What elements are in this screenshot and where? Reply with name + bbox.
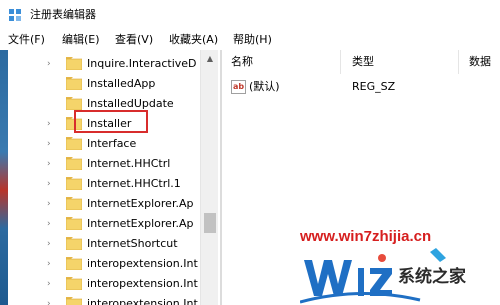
tree-item[interactable]: › Interface [0,134,200,154]
title-bar: 注册表编辑器 [0,0,500,30]
tree-item-label: interopextension.Int [87,257,198,270]
tree-item[interactable]: › interopextension.Int [0,294,200,305]
folder-icon [66,257,82,270]
column-data[interactable]: 数据 [469,55,491,69]
column-separator [340,50,341,74]
folder-icon [66,197,82,210]
tree-item[interactable]: › Internet.HHCtrl [0,154,200,174]
tree-item-label: Interface [87,137,137,150]
watermark-brand: 系统之家 [398,267,466,287]
menu-favorites[interactable]: 收藏夹(A) [169,33,218,47]
tree-item[interactable]: › InternetExplorer.Ap [0,194,200,214]
value-row[interactable]: ab (默认) REG_SZ [222,78,500,98]
expand-chevron-icon[interactable]: › [47,219,55,229]
tree-item[interactable]: › InternetShortcut [0,234,200,254]
expand-chevron-icon[interactable]: › [47,239,55,249]
tree-item[interactable]: › Inquire.InteractiveD [0,54,200,74]
tree-item-label: Inquire.InteractiveD [87,57,197,70]
folder-icon [66,57,82,70]
tree-item[interactable]: › interopextension.Int [0,254,200,274]
tree-item-label: interopextension.Int [87,297,198,305]
window-title: 注册表编辑器 [30,8,96,21]
folder-icon [66,177,82,190]
column-separator [458,50,459,74]
background-edge [0,50,8,305]
tree-item-label: Internet.HHCtrl.1 [87,177,181,190]
folder-icon [66,237,82,250]
values-header: 名称 类型 数据 [222,50,500,74]
watermark-url: www.win7zhijia.cn [300,228,432,245]
column-name[interactable]: 名称 [231,55,253,69]
tree-item-label: InternetExplorer.Ap [87,217,194,230]
expand-chevron-icon[interactable]: › [47,139,55,149]
registry-editor-icon [9,9,21,21]
folder-icon [66,277,82,290]
value-name: (默认) [249,80,280,93]
expand-chevron-icon[interactable]: › [47,119,55,129]
folder-icon [66,157,82,170]
tree-item-label: Internet.HHCtrl [87,157,171,170]
tree-item[interactable]: InstalledApp [0,74,200,94]
installer-highlight-box [74,110,148,133]
folder-icon [66,97,82,110]
menu-help[interactable]: 帮助(H) [233,33,272,47]
menu-view[interactable]: 查看(V) [115,33,153,47]
tree-item-label: InstalledApp [87,77,156,90]
expand-chevron-icon[interactable]: › [47,179,55,189]
expand-chevron-icon[interactable]: › [47,259,55,269]
tree-item-label: InternetShortcut [87,237,178,250]
expand-chevron-icon[interactable]: › [47,299,55,305]
value-type: REG_SZ [352,80,396,93]
menu-bar: 文件(F) 编辑(E) 查看(V) 收藏夹(A) 帮助(H) [0,30,500,50]
folder-icon [66,217,82,230]
tree-scrollbar[interactable]: ▲ [200,50,218,305]
folder-icon [66,137,82,150]
scroll-thumb[interactable] [204,213,216,233]
tree-item[interactable]: › interopextension.Int [0,274,200,294]
tree-item[interactable]: › Internet.HHCtrl.1 [0,174,200,194]
tree-item-label: InstalledUpdate [87,97,174,110]
expand-chevron-icon[interactable]: › [47,59,55,69]
column-type[interactable]: 类型 [352,55,374,69]
key-tree[interactable]: › Inquire.InteractiveD InstalledApp Install… [0,50,218,305]
folder-icon [66,297,82,305]
expand-chevron-icon[interactable]: › [47,279,55,289]
menu-edit[interactable]: 编辑(E) [62,33,100,47]
string-value-icon: ab [231,80,246,94]
tree-item-label: interopextension.Int [87,277,198,290]
menu-file[interactable]: 文件(F) [8,33,45,47]
scroll-up-arrow-icon[interactable]: ▲ [201,50,219,67]
folder-icon [66,77,82,90]
tree-item[interactable]: › InternetExplorer.Ap [0,214,200,234]
expand-chevron-icon[interactable]: › [47,159,55,169]
tree-item-label: InternetExplorer.Ap [87,197,194,210]
expand-chevron-icon[interactable]: › [47,199,55,209]
